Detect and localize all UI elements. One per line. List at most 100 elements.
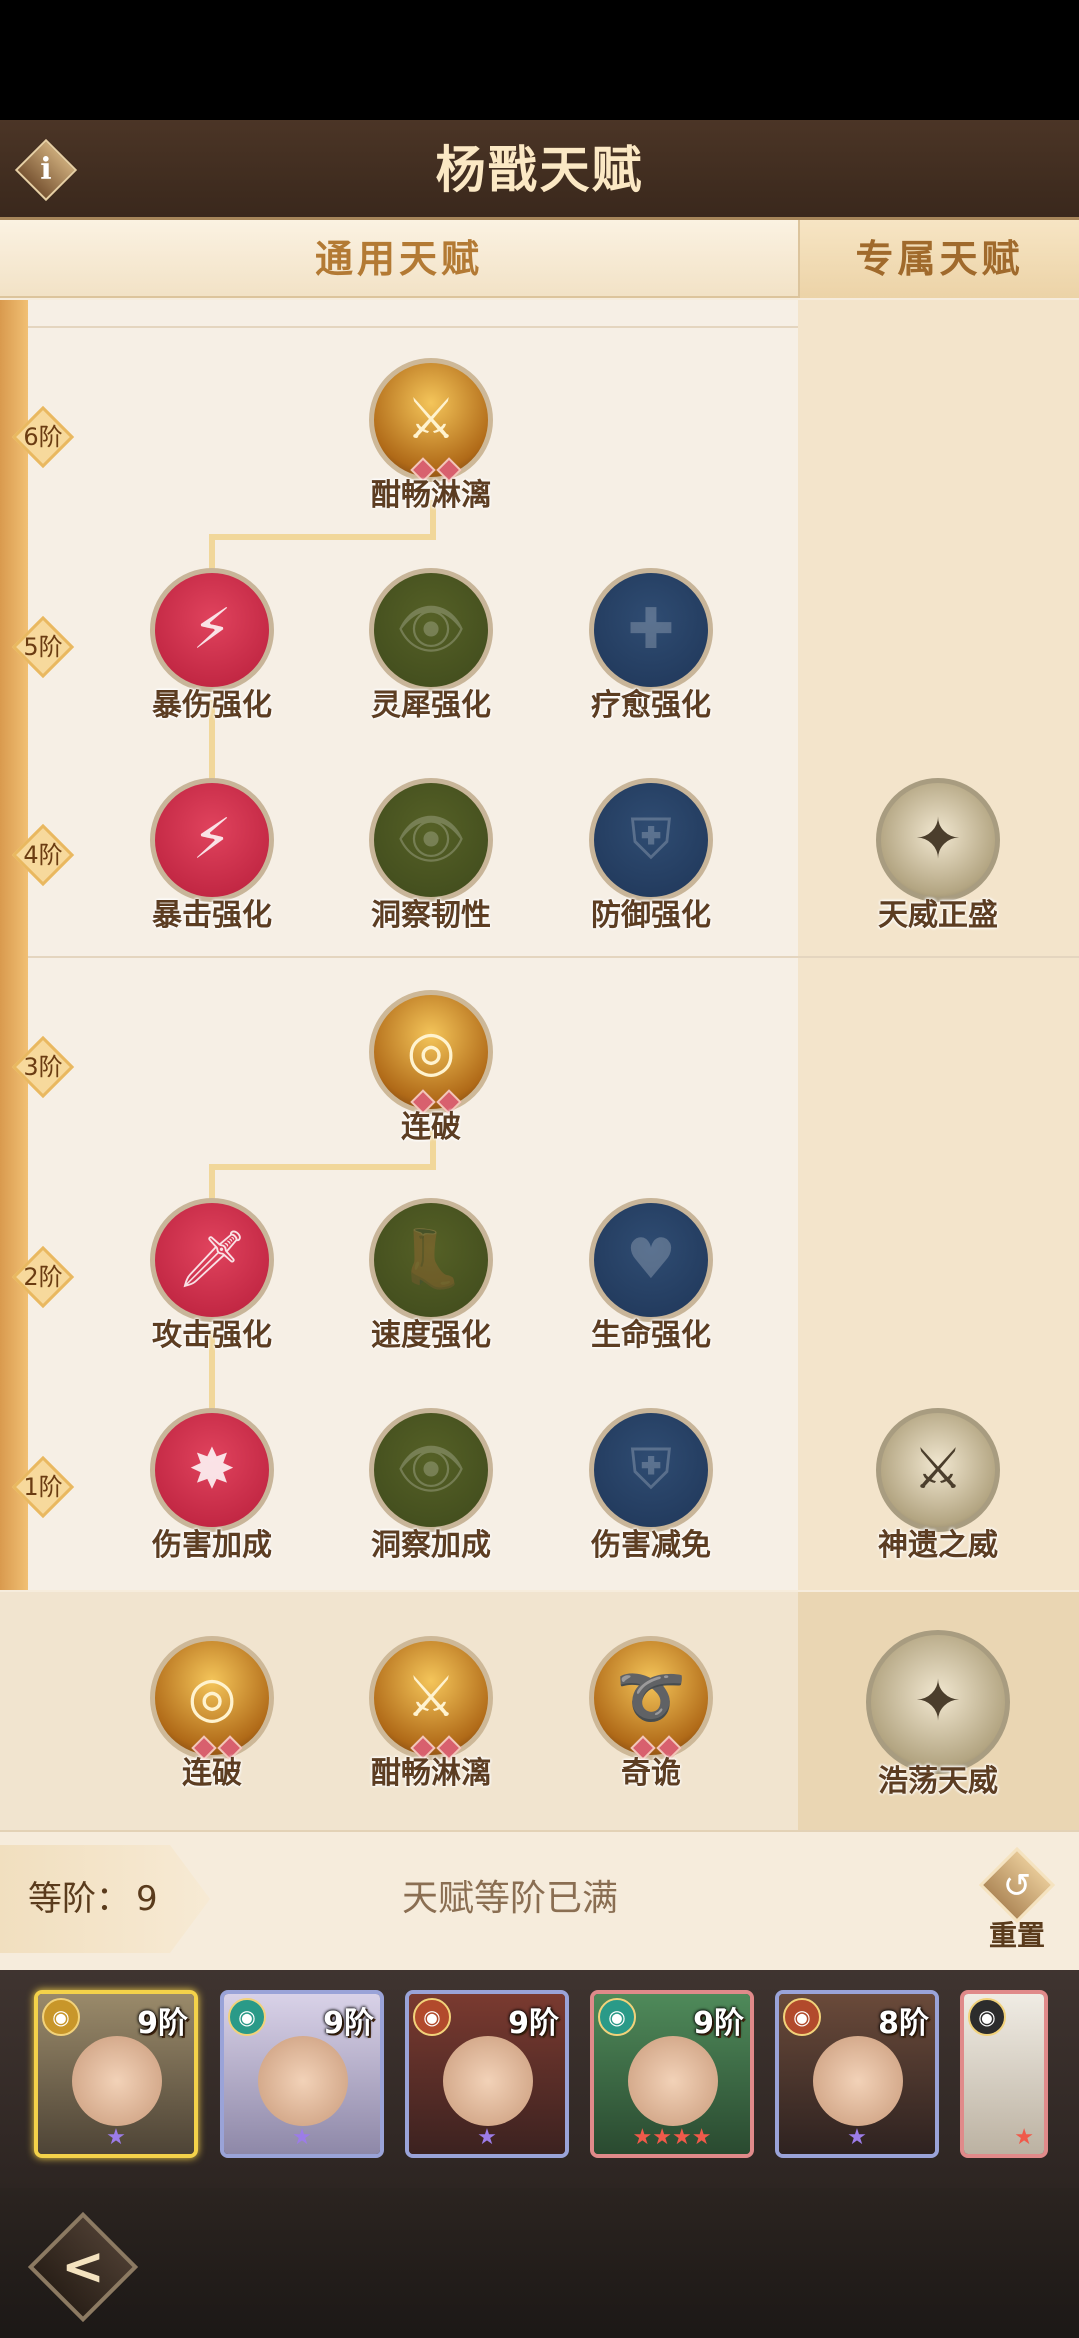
- tab-general-talent[interactable]: 通用天赋: [0, 220, 798, 298]
- rank-label: 等阶：: [28, 1879, 130, 1919]
- talent-node-crit[interactable]: ⚡: [150, 778, 274, 902]
- crit-upgrade-icon: ⚡: [192, 807, 232, 872]
- hero-stars: ★: [847, 2125, 867, 2150]
- hero-card[interactable]: ◉ 9阶 ★★★★: [590, 1990, 754, 2158]
- sword-upgrade-icon: 🗡: [176, 1227, 248, 1292]
- talent-label: 奇诡: [621, 1756, 681, 1791]
- exclusive-node-shenyi[interactable]: ⚔: [876, 1408, 1000, 1532]
- talent-label: 暴击强化: [152, 898, 272, 933]
- back-button[interactable]: <: [27, 2211, 139, 2323]
- talent-label: 酣畅淋漓: [371, 478, 491, 513]
- back-arrow-icon: <: [61, 2237, 105, 2297]
- bottom-bar: [0, 2188, 1079, 2338]
- hero-card[interactable]: ◉ 9阶 ★: [405, 1990, 569, 2158]
- tab-exclusive-talent[interactable]: 专属天赋: [798, 220, 1079, 298]
- hero-stars: ★: [477, 2125, 497, 2150]
- tier-badge-5: 5阶: [11, 615, 75, 679]
- talent-node-lingxi[interactable]: 👁: [369, 568, 493, 692]
- equipped-lianpo[interactable]: ◎: [150, 1636, 274, 1761]
- faction-icon: ◉: [598, 1998, 636, 2036]
- reset-icon: ↺: [1002, 1866, 1032, 1906]
- talent-label: 攻击强化: [152, 1318, 272, 1353]
- talent-label: 连破: [182, 1756, 242, 1791]
- status-bar-area: [0, 0, 1079, 120]
- hero-stars: ★: [292, 2125, 312, 2150]
- talent-node-damage-bonus[interactable]: ✸: [150, 1408, 274, 1532]
- faction-icon: ◉: [968, 1998, 1006, 2036]
- hero-level: 9阶: [693, 2006, 744, 2041]
- talent-node-insight-tenacity[interactable]: 👁: [369, 778, 493, 902]
- tier-rail: [0, 300, 28, 1590]
- talent-label: 天威正盛: [878, 898, 998, 933]
- connector-line: [209, 1164, 433, 1170]
- hero-stars: ★: [106, 2125, 126, 2150]
- talent-node-crit-damage[interactable]: ⚡: [150, 568, 274, 692]
- hero-portrait: [443, 2036, 533, 2126]
- talent-node-damage-reduction[interactable]: ⛨: [589, 1408, 713, 1532]
- talent-node-lianpo[interactable]: ◎: [369, 990, 493, 1115]
- hero-card[interactable]: ◉ 8阶 ★: [775, 1990, 939, 2158]
- hero-card[interactable]: ◉ ★: [960, 1990, 1048, 2158]
- faction-icon: ◉: [413, 1998, 451, 2036]
- burst-icon: ✸: [188, 1437, 236, 1502]
- maxed-text: 天赋等阶已满: [401, 1878, 618, 1919]
- slash-icon: ⚔: [405, 1665, 457, 1730]
- talent-node-speed[interactable]: 👢: [369, 1198, 493, 1322]
- info-icon: i: [40, 152, 52, 187]
- talent-label: 防御强化: [591, 898, 711, 933]
- talent-label: 速度强化: [371, 1318, 491, 1353]
- hero-stars: ★★★★: [632, 2125, 712, 2150]
- talent-label: 连破: [401, 1110, 461, 1145]
- talent-node-health[interactable]: ♥: [589, 1198, 713, 1322]
- slash-icon: ⚔: [405, 387, 457, 452]
- hero-portrait: [72, 2036, 162, 2126]
- row-divider: [28, 956, 1079, 958]
- crit-upgrade-icon: ⚡: [192, 597, 232, 662]
- talent-label: 洞察韧性: [371, 898, 491, 933]
- equipped-qigui[interactable]: ➰: [589, 1636, 713, 1761]
- talent-node-healing[interactable]: ✚: [589, 568, 713, 692]
- talent-label: 疗愈强化: [591, 688, 711, 723]
- connector-line: [209, 534, 215, 572]
- hero-portrait: [813, 2036, 903, 2126]
- connector-line: [209, 1164, 215, 1202]
- reset-button[interactable]: ↺ 重置: [972, 1846, 1062, 1952]
- hero-level: 9阶: [137, 2006, 188, 2041]
- flame-ring-icon: ◎: [187, 1665, 237, 1730]
- hero-portrait: [628, 2036, 718, 2126]
- tier-badge-1: 1阶: [11, 1455, 75, 1519]
- talent-node-insight-bonus[interactable]: 👁: [369, 1408, 493, 1532]
- hero-level: 8阶: [878, 2006, 929, 2041]
- equipped-hanchang[interactable]: ⚔: [369, 1636, 493, 1761]
- talent-label: 洞察加成: [371, 1528, 491, 1563]
- talent-label: 生命强化: [591, 1318, 711, 1353]
- talent-node-hanchang[interactable]: ⚔: [369, 358, 493, 483]
- eye-icon: 👁: [395, 597, 467, 662]
- hero-portrait: [258, 2036, 348, 2126]
- heal-plus-icon: ✚: [627, 597, 675, 662]
- equipped-haodang[interactable]: ✦: [866, 1630, 1010, 1774]
- swirl-icon: ➰: [616, 1665, 686, 1730]
- hero-level: 9阶: [323, 2006, 374, 2041]
- talent-label: 浩荡天威: [878, 1764, 998, 1799]
- faction-icon: ◉: [783, 1998, 821, 2036]
- rank-value: 9: [136, 1879, 158, 1919]
- tier-badge-4: 4阶: [11, 823, 75, 887]
- connector-line: [209, 534, 433, 540]
- talent-node-attack[interactable]: 🗡: [150, 1198, 274, 1322]
- talent-label: 神遗之威: [878, 1528, 998, 1563]
- talent-label: 暴伤强化: [152, 688, 272, 723]
- talent-label: 伤害加成: [152, 1528, 272, 1563]
- hero-card[interactable]: ◉ 9阶 ★: [220, 1990, 384, 2158]
- warrior-emblem-icon: ✦: [914, 807, 962, 872]
- hero-stars: ★: [1014, 2125, 1034, 2150]
- eye-icon: 👁: [395, 807, 467, 872]
- talent-node-defense[interactable]: ⛨: [589, 778, 713, 902]
- faction-icon: ◉: [228, 1998, 266, 2036]
- hero-card[interactable]: ◉ 9阶 ★: [34, 1990, 198, 2158]
- exclusive-node-tianwei[interactable]: ✦: [876, 778, 1000, 902]
- tier-badge-6: 6阶: [11, 405, 75, 469]
- info-button[interactable]: i: [14, 138, 78, 202]
- warrior-emblem-icon: ✦: [914, 1669, 962, 1734]
- shield-icon: ⛨: [630, 807, 672, 872]
